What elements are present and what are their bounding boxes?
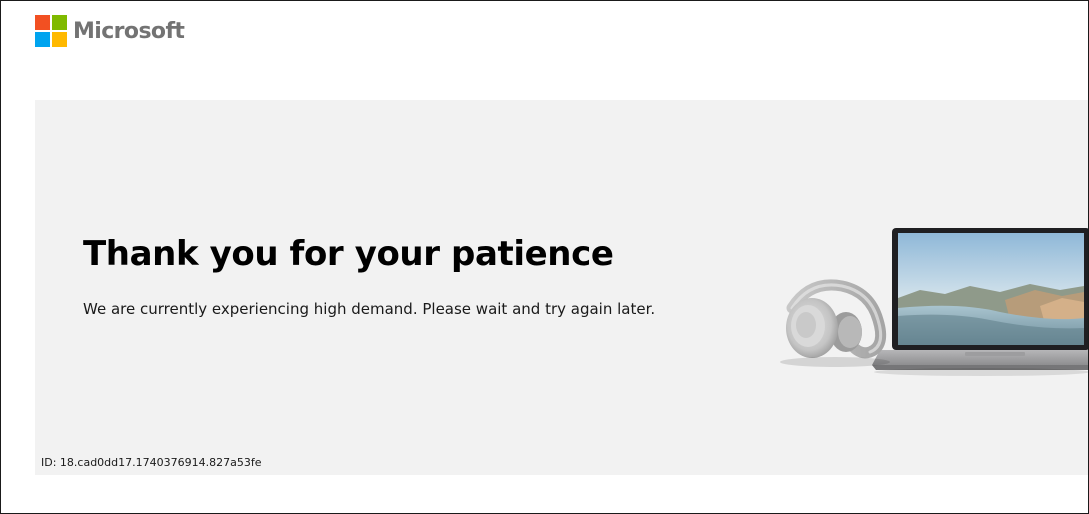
product-illustration [780,228,1088,376]
page-frame: Microsoft Thank you for your patience We… [0,0,1089,514]
hero-panel: Thank you for your patience We are curre… [35,100,1088,475]
logo-red-square [35,15,50,30]
microsoft-logo-icon [35,15,67,47]
reference-id: ID: 18.cad0dd17.1740376914.827a53fe [41,456,262,469]
headphones-image [780,279,890,367]
brand-name: Microsoft [73,18,185,44]
laptop-image [872,228,1088,370]
logo-blue-square [35,32,50,47]
microsoft-logo-link[interactable]: Microsoft [35,15,185,47]
logo-green-square [52,15,67,30]
logo-yellow-square [52,32,67,47]
status-message: We are currently experiencing high deman… [83,300,656,318]
page-title: Thank you for your patience [83,234,614,274]
